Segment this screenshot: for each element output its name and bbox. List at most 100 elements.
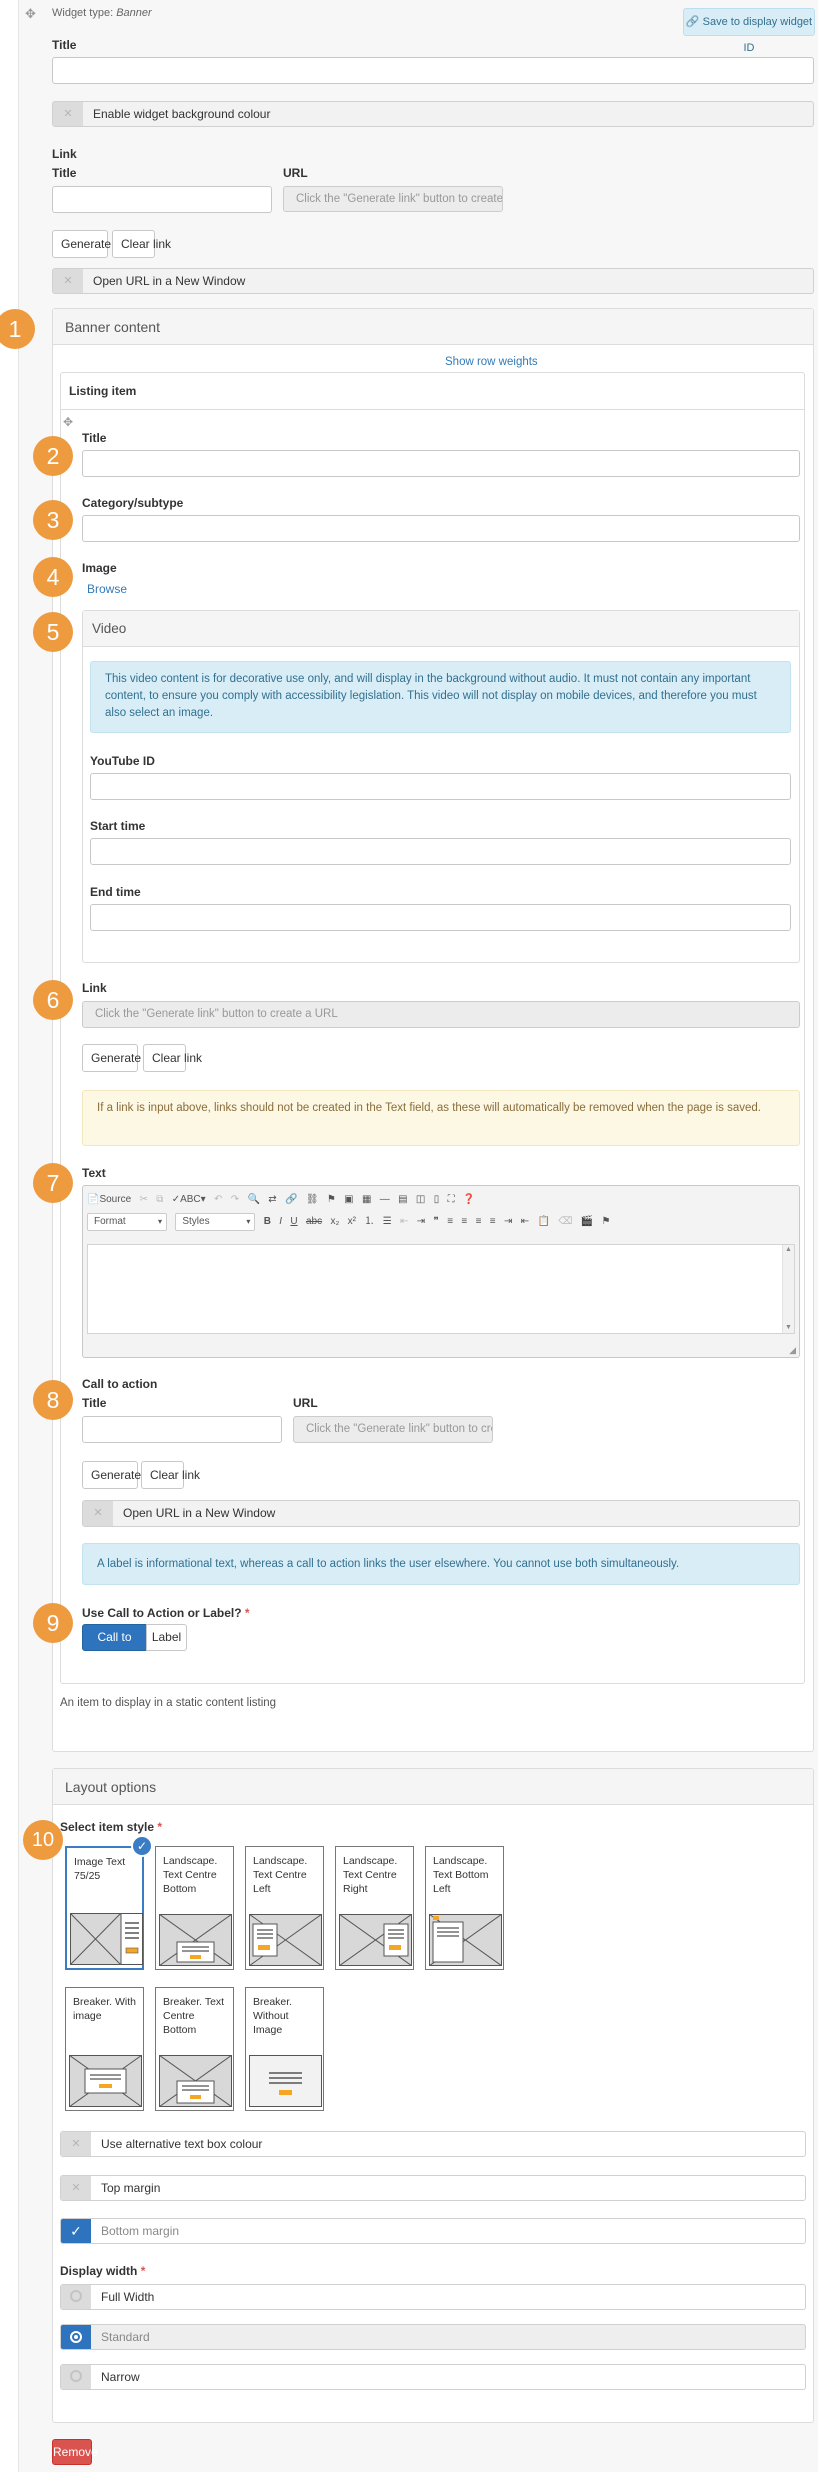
scroll-up-icon[interactable]: ▲ — [783, 1245, 794, 1255]
cta-clear-link-button[interactable]: Clear link — [141, 1461, 200, 1489]
undo-icon[interactable]: ↶ — [214, 1189, 222, 1211]
ltr-icon[interactable]: ⇥ — [504, 1211, 512, 1233]
style-thumbnail — [339, 1914, 412, 1966]
style-breaker-centre-bottom[interactable]: Breaker. Text Centre Bottom — [155, 1987, 234, 2111]
youtube-id-input[interactable] — [90, 773, 791, 800]
outdent-icon[interactable]: ⇤ — [400, 1211, 408, 1233]
underline-icon[interactable]: U — [290, 1211, 297, 1233]
style-landscape-centre-right[interactable]: Landscape. Text Centre Right — [335, 1846, 414, 1970]
resize-handle-icon[interactable]: ◢ — [789, 1345, 796, 1356]
image-icon[interactable]: ▣ — [344, 1189, 353, 1211]
align-center-icon[interactable]: ≡ — [461, 1211, 467, 1233]
widget-title-input[interactable] — [52, 57, 814, 84]
generate-link-button[interactable]: Generate link — [52, 230, 132, 258]
link-icon[interactable]: 🔗 — [285, 1189, 297, 1211]
strike-icon[interactable]: abc — [306, 1211, 322, 1233]
banner-content-heading[interactable]: Banner content — [53, 309, 813, 345]
call-to-action-option[interactable]: Call to action — [82, 1624, 147, 1669]
link-title-input[interactable] — [52, 186, 272, 213]
cut-icon[interactable]: ✂ — [139, 1189, 147, 1211]
style-landscape-centre-left[interactable]: Landscape. Text Centre Left — [245, 1846, 324, 1970]
copy-icon[interactable]: ⧉ — [156, 1189, 163, 1211]
cta-title-input[interactable] — [82, 1416, 282, 1443]
italic-icon[interactable]: I — [279, 1211, 282, 1233]
toggle-x-icon: ✕ — [61, 2176, 91, 2200]
styles-dropdown[interactable]: Styles — [175, 1213, 256, 1231]
style-thumbnail — [249, 1914, 322, 1966]
width-full-option[interactable]: Full Width — [60, 2284, 806, 2310]
superscript-icon[interactable]: x² — [348, 1211, 356, 1233]
spellcheck-icon[interactable]: ✓ABC▾ — [172, 1189, 206, 1211]
bg-colour-toggle[interactable]: ✕ Enable widget background colour — [52, 101, 814, 127]
table-icon[interactable]: ▦ — [362, 1189, 371, 1211]
start-time-input[interactable] — [90, 838, 791, 865]
browse-image-link[interactable]: Browse — [87, 582, 127, 596]
cta-new-window-toggle[interactable]: ✕ Open URL in a New Window — [82, 1500, 800, 1527]
item-title-input[interactable] — [82, 450, 800, 477]
annotation-marker-6: 6 — [33, 980, 73, 1020]
layout-options-heading[interactable]: Layout options — [53, 1769, 813, 1805]
style-breaker-without-image[interactable]: Breaker. Without Image — [245, 1987, 324, 2111]
video-heading[interactable]: Video — [83, 611, 799, 647]
bottom-margin-toggle[interactable]: ✓ Bottom margin — [60, 2218, 806, 2244]
width-standard-option[interactable]: Standard — [60, 2324, 806, 2350]
style-breaker-with-image[interactable]: Breaker. With image — [65, 1987, 144, 2111]
bold-icon[interactable]: B — [264, 1211, 271, 1233]
help-icon[interactable]: ❓ — [463, 1189, 475, 1211]
style-landscape-bottom-left[interactable]: Landscape. Text Bottom Left — [425, 1846, 504, 1970]
width-narrow-option[interactable]: Narrow — [60, 2364, 806, 2390]
format-dropdown[interactable]: Format — [87, 1213, 167, 1231]
maximize-icon[interactable]: ⛶ — [448, 1189, 455, 1211]
editor-scrollbar[interactable]: ▲ ▼ — [782, 1245, 794, 1333]
item-clear-link-button[interactable]: Clear link — [143, 1044, 202, 1072]
clear-link-button[interactable]: Clear link — [112, 230, 171, 258]
remove-widget-button[interactable]: Remove — [52, 2439, 98, 2465]
style-thumbnail — [159, 2055, 232, 2107]
rtl-icon[interactable]: ⇤ — [521, 1211, 529, 1233]
paste-icon[interactable]: 📋 — [537, 1211, 549, 1233]
drag-handle-icon[interactable]: ✥ — [63, 415, 73, 429]
label-option[interactable]: Label — [146, 1624, 187, 1651]
end-time-input[interactable] — [90, 904, 791, 931]
template-icon[interactable]: ▤ — [398, 1189, 407, 1211]
source-button[interactable]: 📄Source — [87, 1189, 131, 1211]
style-image-text-75-25[interactable]: Image Text 75/25 — [65, 1846, 144, 1970]
unlink-icon[interactable]: ⛓ — [306, 1189, 319, 1211]
editor-toolbar-row-1: 📄Source ✂ ⧉ ✓ABC▾ ↶ ↷ 🔍 ⇄ 🔗 ⛓ ⚑ ▣ ▦ ― ▤ … — [87, 1189, 795, 1211]
align-right-icon[interactable]: ≡ — [476, 1211, 482, 1233]
iframe-icon[interactable]: ◫ — [416, 1189, 425, 1211]
bulleted-list-icon[interactable]: ☰ — [383, 1211, 392, 1233]
link-url-label: URL — [283, 166, 308, 180]
indent-icon[interactable]: ⇥ — [417, 1211, 425, 1233]
redo-icon[interactable]: ↷ — [231, 1189, 239, 1211]
scroll-down-icon[interactable]: ▼ — [783, 1323, 794, 1333]
save-widget-button[interactable]: 🔗 Save to display widget ID — [683, 8, 815, 54]
selected-check-icon: ✓ — [131, 1835, 153, 1857]
style-thumbnail — [429, 1914, 502, 1966]
flag-icon[interactable]: ⚑ — [602, 1211, 611, 1233]
style-landscape-centre-bottom[interactable]: Landscape. Text Centre Bottom — [155, 1846, 234, 1970]
style-thumbnail — [69, 2055, 142, 2107]
media-icon[interactable]: 🎬 — [581, 1211, 593, 1233]
drag-handle-icon[interactable]: ✥ — [25, 6, 36, 22]
show-row-weights-link[interactable]: Show row weights — [445, 356, 538, 368]
find-icon[interactable]: 🔍 — [247, 1189, 259, 1211]
cta-generate-link-button[interactable]: Generate link — [82, 1461, 162, 1489]
alt-text-box-colour-toggle[interactable]: ✕ Use alternative text box colour — [60, 2131, 806, 2157]
new-window-toggle[interactable]: ✕ Open URL in a New Window — [52, 268, 814, 294]
subscript-icon[interactable]: x₂ — [330, 1211, 339, 1233]
hr-icon[interactable]: ― — [380, 1189, 390, 1211]
align-left-icon[interactable]: ≡ — [447, 1211, 453, 1233]
category-input[interactable] — [82, 515, 800, 542]
style-thumbnail — [249, 2055, 322, 2107]
justify-icon[interactable]: ≡ — [490, 1211, 496, 1233]
page-icon[interactable]: ▯ — [434, 1189, 440, 1211]
anchor-icon[interactable]: ⚑ — [327, 1189, 336, 1211]
numbered-list-icon[interactable]: ⒈ — [364, 1211, 374, 1233]
item-generate-link-button[interactable]: Generate link — [82, 1044, 162, 1072]
top-margin-toggle[interactable]: ✕ Top margin — [60, 2175, 806, 2201]
editor-body[interactable]: ▲ ▼ — [87, 1244, 795, 1334]
blockquote-icon[interactable]: ❞ — [433, 1211, 438, 1233]
replace-icon[interactable]: ⇄ — [268, 1189, 276, 1211]
remove-format-icon[interactable]: ⌫ — [558, 1211, 572, 1233]
